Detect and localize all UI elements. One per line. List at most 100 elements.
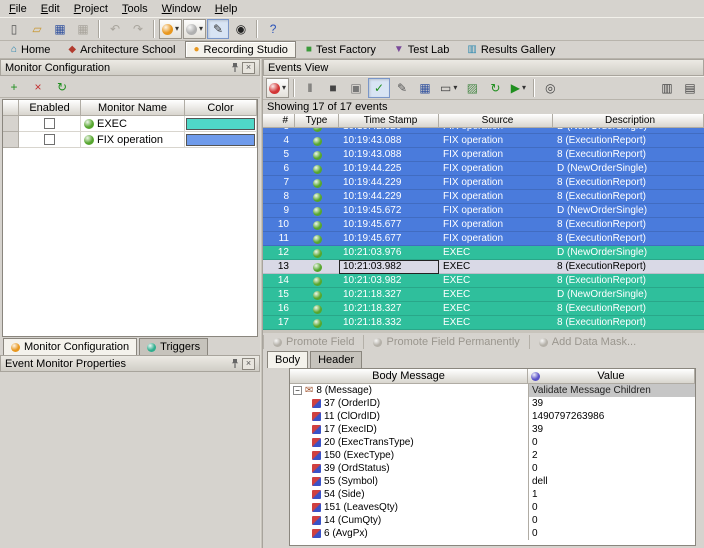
event-row[interactable]: 810:19:44.229FIX operation8 (ExecutionRe… [263,190,704,204]
detail-row[interactable]: 37 (OrderID)39 [290,397,695,410]
event-type-icon [313,319,322,328]
redo-button[interactable]: ↷ [127,19,149,39]
table-columns-button[interactable]: ▤ [679,78,701,98]
new-button[interactable]: ▯ [3,19,25,39]
menu-edit[interactable]: Edit [34,2,67,16]
detail-row[interactable]: 39 (OrdStatus)0 [290,462,695,475]
column-header-enabled[interactable]: Enabled [19,100,81,116]
detail-field-label: 17 (ExecID) [324,424,377,435]
find-events-button[interactable]: ◎ [539,78,561,98]
menu-tools[interactable]: Tools [115,2,155,16]
column-header-monitor-name[interactable]: Monitor Name [81,100,185,116]
event-row[interactable]: 1210:21:03.976EXECD (NewOrderSingle) [263,246,704,260]
menu-help[interactable]: Help [208,2,245,16]
refresh-events-button[interactable]: ↻ [484,78,506,98]
event-row[interactable]: 1510:21:18.327EXECD (NewOrderSingle) [263,288,704,302]
delete-monitor-button[interactable]: × [27,77,49,97]
environment-combo-button[interactable]: ▾ [183,19,206,39]
save-events-button[interactable]: ▦ [414,78,436,98]
record-button[interactable]: ▾ [266,78,289,98]
events-view-panel-header: Events View [263,59,704,76]
perspective-combo-button[interactable]: ▾ [159,19,182,39]
event-row[interactable]: 610:19:44.225FIX operationD (NewOrderSin… [263,162,704,176]
detail-row[interactable]: 20 (ExecTransType)0 [290,436,695,449]
column-header-description[interactable]: Description [553,114,704,128]
event-row[interactable]: 710:19:44.229FIX operation8 (ExecutionRe… [263,176,704,190]
tab-home[interactable]: ⌂Home [3,41,58,58]
event-row[interactable]: 1410:21:03.982EXEC8 (ExecutionReport) [263,274,704,288]
detail-value-cell[interactable]: Validate Message Children [528,384,695,397]
promote-field-permanently-button[interactable]: Promote Field Permanently [363,335,528,349]
event-row[interactable]: 1710:21:18.332EXEC8 (ExecutionReport) [263,316,704,330]
close-icon[interactable]: × [242,358,255,370]
undo-button[interactable]: ↶ [104,19,126,39]
column-header-[interactable]: # [263,114,295,128]
pin-icon[interactable] [228,61,242,74]
image-export-button[interactable]: ▨ [461,78,483,98]
column-header-type[interactable]: Type [295,114,339,128]
monitor-row[interactable]: EXEC [3,116,257,132]
display-mode-button[interactable]: ▭▾ [437,78,460,98]
detail-row[interactable]: 6 (AvgPx)0 [290,527,695,540]
event-row[interactable]: 510:19:43.088FIX operation8 (ExecutionRe… [263,148,704,162]
detail-row[interactable]: 54 (Side)1 [290,488,695,501]
add-monitor-button[interactable]: + [3,77,25,97]
close-icon[interactable]: × [242,62,255,74]
menu-window[interactable]: Window [155,2,208,16]
collapse-toggle-icon[interactable]: − [293,386,302,395]
filter-edit-button[interactable]: ✎ [391,78,413,98]
detail-row[interactable]: 14 (CumQty)0 [290,514,695,527]
pause-button[interactable]: ‖ [299,78,321,98]
event-row[interactable]: 410:19:43.088FIX operation8 (ExecutionRe… [263,134,704,148]
monitor-color-swatch[interactable] [186,118,255,130]
tab-triggers[interactable]: Triggers [139,338,208,355]
detail-row[interactable]: 55 (Symbol)dell [290,475,695,488]
event-row[interactable]: 1010:19:45.677FIX operation8 (ExecutionR… [263,218,704,232]
tab-recording-studio[interactable]: ●Recording Studio [185,41,295,58]
tab-test-factory[interactable]: ■Test Factory [298,41,384,58]
stop-button[interactable]: ■ [322,78,344,98]
row-header-cell [3,116,19,132]
tab-monitor-configuration[interactable]: Monitor Configuration [3,338,137,355]
verify-button[interactable]: ✓ [368,78,390,98]
detail-row[interactable]: 11 (ClOrdID)1490797263986 [290,410,695,423]
column-header-value[interactable]: Value [528,369,695,384]
play-events-button[interactable]: ▶▾ [507,78,529,98]
promote-field-button[interactable]: Promote Field [263,335,363,349]
column-header-source[interactable]: Source [439,114,553,128]
tab-test-lab[interactable]: ▼Test Lab [386,41,458,58]
event-timestamp-cell: 10:19:44.225 [339,162,439,176]
snapshot-button[interactable]: ◉ [230,19,252,39]
save-all-button[interactable]: ▦ [72,19,94,39]
help-button[interactable]: ? [262,19,284,39]
tab-architecture-school[interactable]: ◆Architecture School [60,41,183,58]
column-header-color[interactable]: Color [185,100,257,116]
tab-results-gallery[interactable]: ▥Results Gallery [459,41,563,58]
event-row[interactable]: 1310:21:03.982EXEC8 (ExecutionReport) [263,260,704,274]
open-button[interactable]: ▱ [26,19,48,39]
detail-row[interactable]: 151 (LeavesQty)0 [290,501,695,514]
detail-row[interactable]: −✉8 (Message)Validate Message Children [290,384,695,397]
monitor-row[interactable]: FIX operation [3,132,257,148]
lock-button[interactable]: ▣ [345,78,367,98]
monitor-enabled-checkbox[interactable] [44,134,55,145]
pin-icon[interactable] [228,357,242,370]
annotate-toggle-button[interactable]: ✎ [207,19,229,39]
event-row[interactable]: 910:19:45.672FIX operationD (NewOrderSin… [263,204,704,218]
save-button[interactable]: ▦ [49,19,71,39]
menu-project[interactable]: Project [67,2,115,16]
detail-row[interactable]: 150 (ExecType)2 [290,449,695,462]
column-header-body-message[interactable]: Body Message [290,369,528,384]
event-row[interactable]: 1610:21:18.327EXEC8 (ExecutionReport) [263,302,704,316]
add-data-mask-button[interactable]: Add Data Mask... [529,335,645,349]
refresh-monitors-button[interactable]: ↻ [51,77,73,97]
monitor-color-swatch[interactable] [186,134,255,146]
detail-row[interactable]: 17 (ExecID)39 [290,423,695,436]
tab-body[interactable]: Body [267,351,308,368]
event-row[interactable]: 1110:19:45.677FIX operation8 (ExecutionR… [263,232,704,246]
tab-header[interactable]: Header [310,351,362,368]
scroll-lock-button[interactable]: ▥ [656,78,678,98]
monitor-enabled-checkbox[interactable] [44,118,55,129]
menu-file[interactable]: File [2,2,34,16]
column-header-time-stamp[interactable]: Time Stamp [339,114,439,128]
